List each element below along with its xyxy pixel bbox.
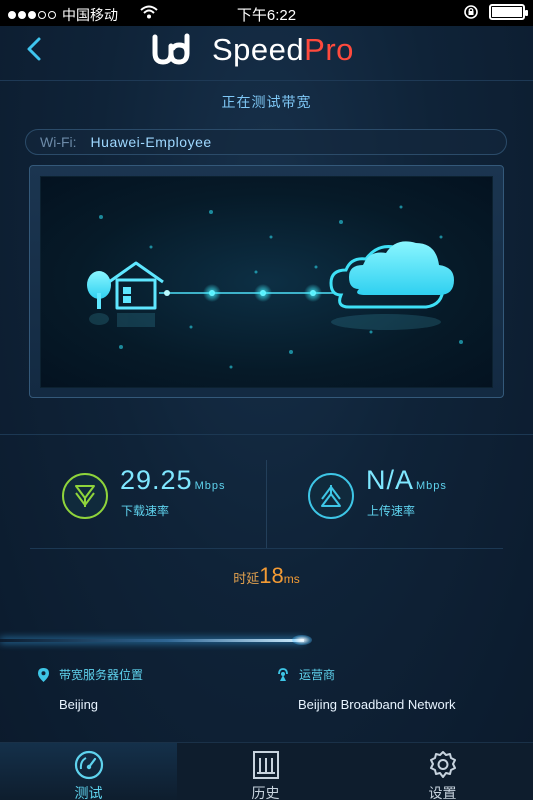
tab-history-label: 历史 [251,785,280,800]
latency-value: 18 [259,563,284,588]
location-pin-icon [38,667,49,682]
download-label: 下载速率 [121,504,170,518]
tab-settings-label: 设置 [428,785,457,800]
connection-line [159,284,333,302]
wifi-info-bar: Wi-Fi: Huawei-Employee [25,129,507,155]
progress-fill [0,635,312,645]
test-animation-panel [40,176,493,388]
server-location-info: 带宽服务器位置 Beijing [38,666,143,712]
download-value: 29.25 [120,465,193,495]
app-header: SpeedPro [0,26,533,76]
download-speed-stat: 29.25 Mbps 下载速率 [60,465,260,521]
upload-label: 上传速率 [367,504,416,518]
latency-stat: 时延18ms [0,563,533,589]
speedpro-logo: SpeedPro [150,32,354,68]
latency-label: 时延 [233,571,260,586]
gauge-icon [74,750,104,780]
gear-icon [430,751,456,778]
orientation-lock-icon [464,5,478,19]
download-arrow-icon [62,473,108,519]
tab-settings[interactable]: 设置 [354,743,531,800]
battery-icon [489,4,528,20]
upload-speed-stat: N/A Mbps 上传速率 [306,465,506,521]
stat-divider [266,460,267,548]
brand-speed-text: Speed [212,32,305,67]
progress-head [291,635,312,645]
house-icon [108,261,164,310]
server-location-label: 带宽服务器位置 [59,668,144,682]
tab-history[interactable]: 历史 [177,743,354,800]
back-arrow-icon[interactable] [22,34,48,64]
isp-value: Beijing Broadband Network [298,697,456,712]
isp-info: 运营商 Beijing Broadband Network [277,666,456,712]
test-progress-bar [0,635,312,645]
tab-test[interactable]: 测试 [0,743,177,800]
wifi-label: Wi-Fi: [40,134,77,150]
upload-value: N/A [366,465,415,495]
signal-tower-icon [278,667,288,681]
history-icon [253,751,279,779]
latency-unit: ms [283,572,300,586]
download-unit: Mbps [194,480,226,492]
status-bar: 中国移动 下午6:22 [0,0,533,26]
upload-arrow-icon [308,473,354,519]
status-time: 下午6:22 [236,7,297,24]
isp-label: 运营商 [299,668,336,682]
test-status-text: 正在测试带宽 [221,94,312,110]
brand-pro-text: Pro [304,32,354,67]
section-divider [0,434,533,435]
tree-icon [87,271,111,309]
upload-unit: Mbps [416,480,447,492]
tab-test-label: 测试 [74,785,103,800]
server-location-value: Beijing [59,697,99,712]
network-illustration [87,205,463,369]
cloud-icon [329,241,454,309]
speedpro-logo-icon [152,33,190,65]
bottom-tab-bar: 测试 历史 设置 [0,742,533,800]
wifi-network-name: Huawei-Employee [90,134,212,150]
stat-bottom-divider [30,548,503,549]
